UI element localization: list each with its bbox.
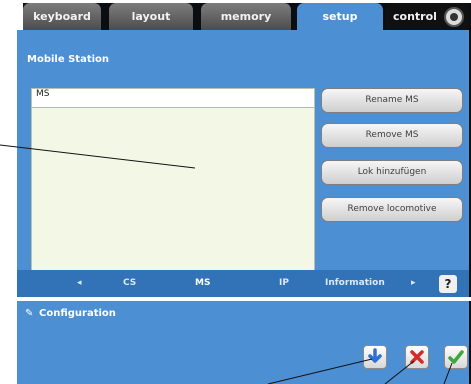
callout-cancel-line (384, 360, 415, 384)
device-screen: keyboard layout memory setup control Mob… (0, 0, 471, 384)
callout-download-line (267, 358, 373, 384)
callout-list-line (0, 144, 196, 169)
callout-confirm-line (443, 362, 453, 384)
callout-lines (0, 144, 453, 384)
